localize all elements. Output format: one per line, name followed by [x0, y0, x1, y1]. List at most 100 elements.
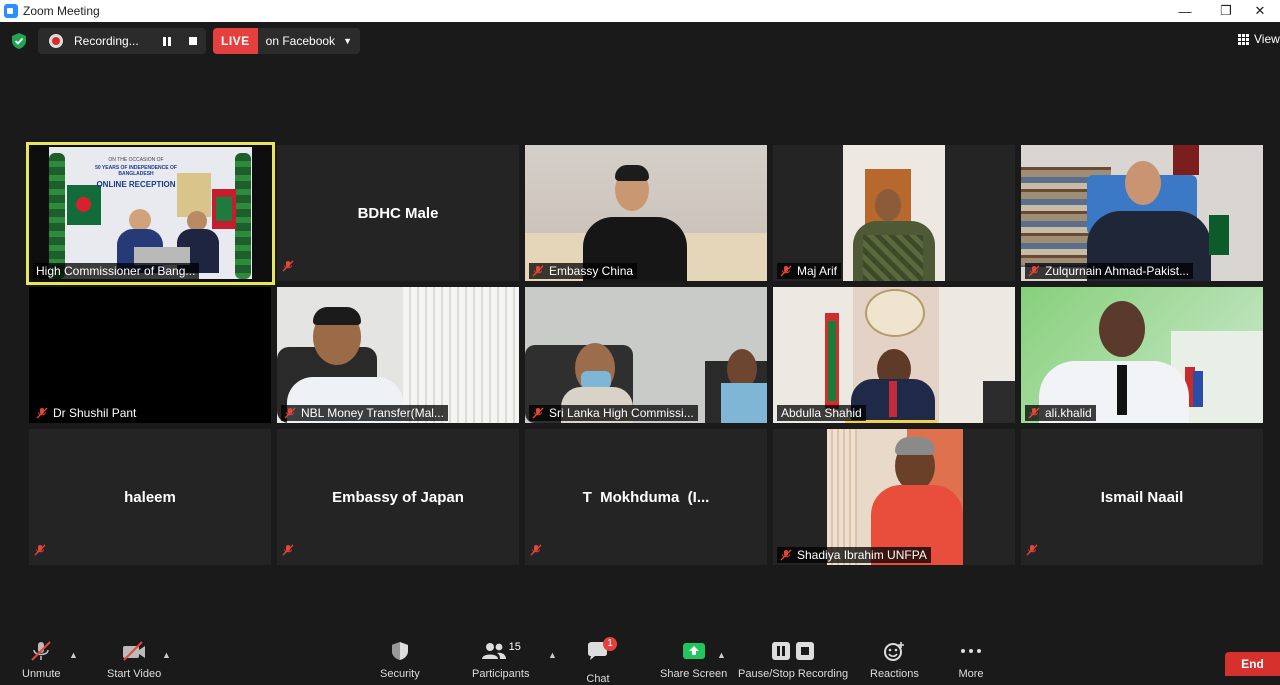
- muted-mic-icon: [1028, 265, 1040, 277]
- muted-mic-icon: [34, 543, 51, 561]
- participant-name: Zulqurnain Ahmad-Pakist...: [1045, 264, 1190, 278]
- video-off-icon: [123, 641, 146, 661]
- muted-mic-icon: [282, 543, 299, 561]
- video-feed: [525, 287, 767, 423]
- recording-label: Recording...: [74, 34, 139, 48]
- video-feed: [773, 287, 1015, 423]
- security-shield-icon[interactable]: [10, 32, 28, 50]
- slide-line3: ONLINE RECEPTION: [96, 180, 176, 189]
- participant-name-label: ali.khalid: [1025, 405, 1096, 421]
- close-button[interactable]: ✕: [1240, 0, 1280, 22]
- zoom-app-icon: [4, 4, 18, 18]
- participant-name-label: Shadiya Ibrahim UNFPA: [777, 547, 931, 563]
- participant-name: Sri Lanka High Commissi...: [549, 406, 694, 420]
- participants-button[interactable]: 15 Participants: [472, 640, 529, 680]
- video-feed: [1021, 287, 1263, 423]
- participant-tile[interactable]: BDHC Male: [277, 145, 519, 281]
- video-options-caret-icon[interactable]: ▲: [162, 650, 171, 660]
- more-label: More: [958, 668, 984, 680]
- participant-tile[interactable]: ON THE OCCASION OF 50 YEARS OF INDEPENDE…: [26, 142, 275, 285]
- participants-icon: [481, 643, 506, 659]
- muted-mic-icon: [530, 543, 547, 561]
- participant-tile[interactable]: T Mokhduma (I...: [525, 429, 767, 565]
- recording-controls-button[interactable]: Pause/Stop Recording: [738, 640, 848, 680]
- muted-mic-icon: [1028, 407, 1040, 419]
- participant-tile[interactable]: Embassy China: [525, 145, 767, 281]
- start-video-button[interactable]: Start Video: [107, 640, 161, 680]
- muted-mic-icon: [532, 407, 544, 419]
- participant-tile[interactable]: Dr Shushil Pant: [29, 287, 271, 423]
- security-button[interactable]: Security: [380, 640, 420, 680]
- participant-name: haleem: [124, 488, 176, 506]
- participants-count: 15: [508, 641, 521, 653]
- shield-icon: [391, 642, 408, 660]
- meeting-topbar: Recording... LIVE on Facebook ▼ View: [0, 22, 1280, 60]
- participant-name: Shadiya Ibrahim UNFPA: [797, 548, 927, 562]
- unmute-button[interactable]: Unmute: [22, 640, 61, 680]
- grid-view-icon: [1238, 33, 1249, 45]
- stop-recording-icon[interactable]: [186, 34, 200, 48]
- live-stream-indicator[interactable]: LIVE on Facebook ▼: [213, 28, 360, 54]
- participant-tile[interactable]: Shadiya Ibrahim UNFPA: [773, 429, 1015, 565]
- view-label: View: [1254, 32, 1280, 46]
- participant-tile[interactable]: NBL Money Transfer(Mal...: [277, 287, 519, 423]
- unmute-label: Unmute: [22, 668, 61, 680]
- slide-line2: 50 YEARS OF INDEPENDENCE OF BANGLADESH: [95, 165, 177, 177]
- participant-name-label: High Commissioner of Bang...: [33, 263, 200, 279]
- video-feed: [525, 145, 767, 281]
- view-button[interactable]: View: [1238, 32, 1280, 46]
- share-screen-button[interactable]: Share Screen: [660, 640, 727, 680]
- video-feed: [843, 145, 945, 281]
- chat-badge: 1: [603, 637, 617, 651]
- participant-name: T Mokhduma (I...: [582, 488, 710, 506]
- end-meeting-button[interactable]: End: [1225, 652, 1280, 676]
- chat-button[interactable]: 1 Chat: [585, 637, 617, 685]
- participant-name: Embassy China: [549, 264, 634, 278]
- share-label: Share Screen: [660, 668, 728, 680]
- reactions-label: Reactions: [870, 668, 919, 680]
- participant-name-label: Embassy China: [529, 263, 638, 279]
- meeting-toolbar: Unmute ▲ Start Video ▲ Security 15 Parti…: [0, 636, 1280, 685]
- participant-name: High Commissioner of Bang...: [36, 264, 196, 278]
- audio-options-caret-icon[interactable]: ▲: [69, 650, 78, 660]
- participant-tile[interactable]: Zulqurnain Ahmad-Pakist...: [1021, 145, 1263, 281]
- chat-label: Chat: [586, 673, 610, 685]
- participant-tile[interactable]: Embassy of Japan: [277, 429, 519, 565]
- participant-name: NBL Money Transfer(Mal...: [301, 406, 444, 420]
- muted-mic-icon: [780, 265, 792, 277]
- share-screen-icon: [682, 643, 705, 659]
- more-button[interactable]: More: [958, 640, 984, 680]
- share-caret-icon[interactable]: ▲: [717, 650, 726, 660]
- participant-name-label: NBL Money Transfer(Mal...: [281, 405, 448, 421]
- security-label: Security: [380, 668, 420, 680]
- video-feed: [1021, 145, 1263, 281]
- video-label: Start Video: [107, 668, 162, 680]
- muted-mic-icon: [532, 265, 544, 277]
- participant-name: Embassy of Japan: [332, 488, 464, 506]
- participant-tile[interactable]: Ismail Naail: [1021, 429, 1263, 565]
- participant-tile[interactable]: Sri Lanka High Commissi...: [525, 287, 767, 423]
- muted-mic-icon: [282, 259, 299, 277]
- video-feed: [827, 429, 963, 565]
- muted-mic-icon: [36, 407, 48, 419]
- minimize-button[interactable]: —: [1165, 0, 1205, 22]
- participant-tile[interactable]: haleem: [29, 429, 271, 565]
- participants-caret-icon[interactable]: ▲: [548, 650, 557, 660]
- chevron-down-icon[interactable]: ▼: [343, 36, 352, 46]
- participant-tile[interactable]: ali.khalid: [1021, 287, 1263, 423]
- participant-tile[interactable]: Maj Arif: [773, 145, 1015, 281]
- pause-recording-icon[interactable]: [160, 34, 174, 48]
- recording-indicator: Recording...: [38, 28, 206, 54]
- participants-label: Participants: [472, 668, 530, 680]
- participant-name-label: Sri Lanka High Commissi...: [529, 405, 698, 421]
- participant-name: Ismail Naail: [1100, 488, 1184, 506]
- live-badge: LIVE: [213, 28, 258, 54]
- recording-dot-icon: [49, 34, 63, 48]
- participant-name-label: Zulqurnain Ahmad-Pakist...: [1025, 263, 1194, 279]
- live-target-label: on Facebook: [265, 34, 336, 48]
- muted-microphone-icon: [31, 641, 51, 661]
- stop-icon: [796, 642, 815, 660]
- pause-icon: [772, 642, 791, 660]
- participant-tile[interactable]: Abdulla Shahid: [773, 287, 1015, 423]
- reactions-button[interactable]: Reactions: [870, 640, 919, 680]
